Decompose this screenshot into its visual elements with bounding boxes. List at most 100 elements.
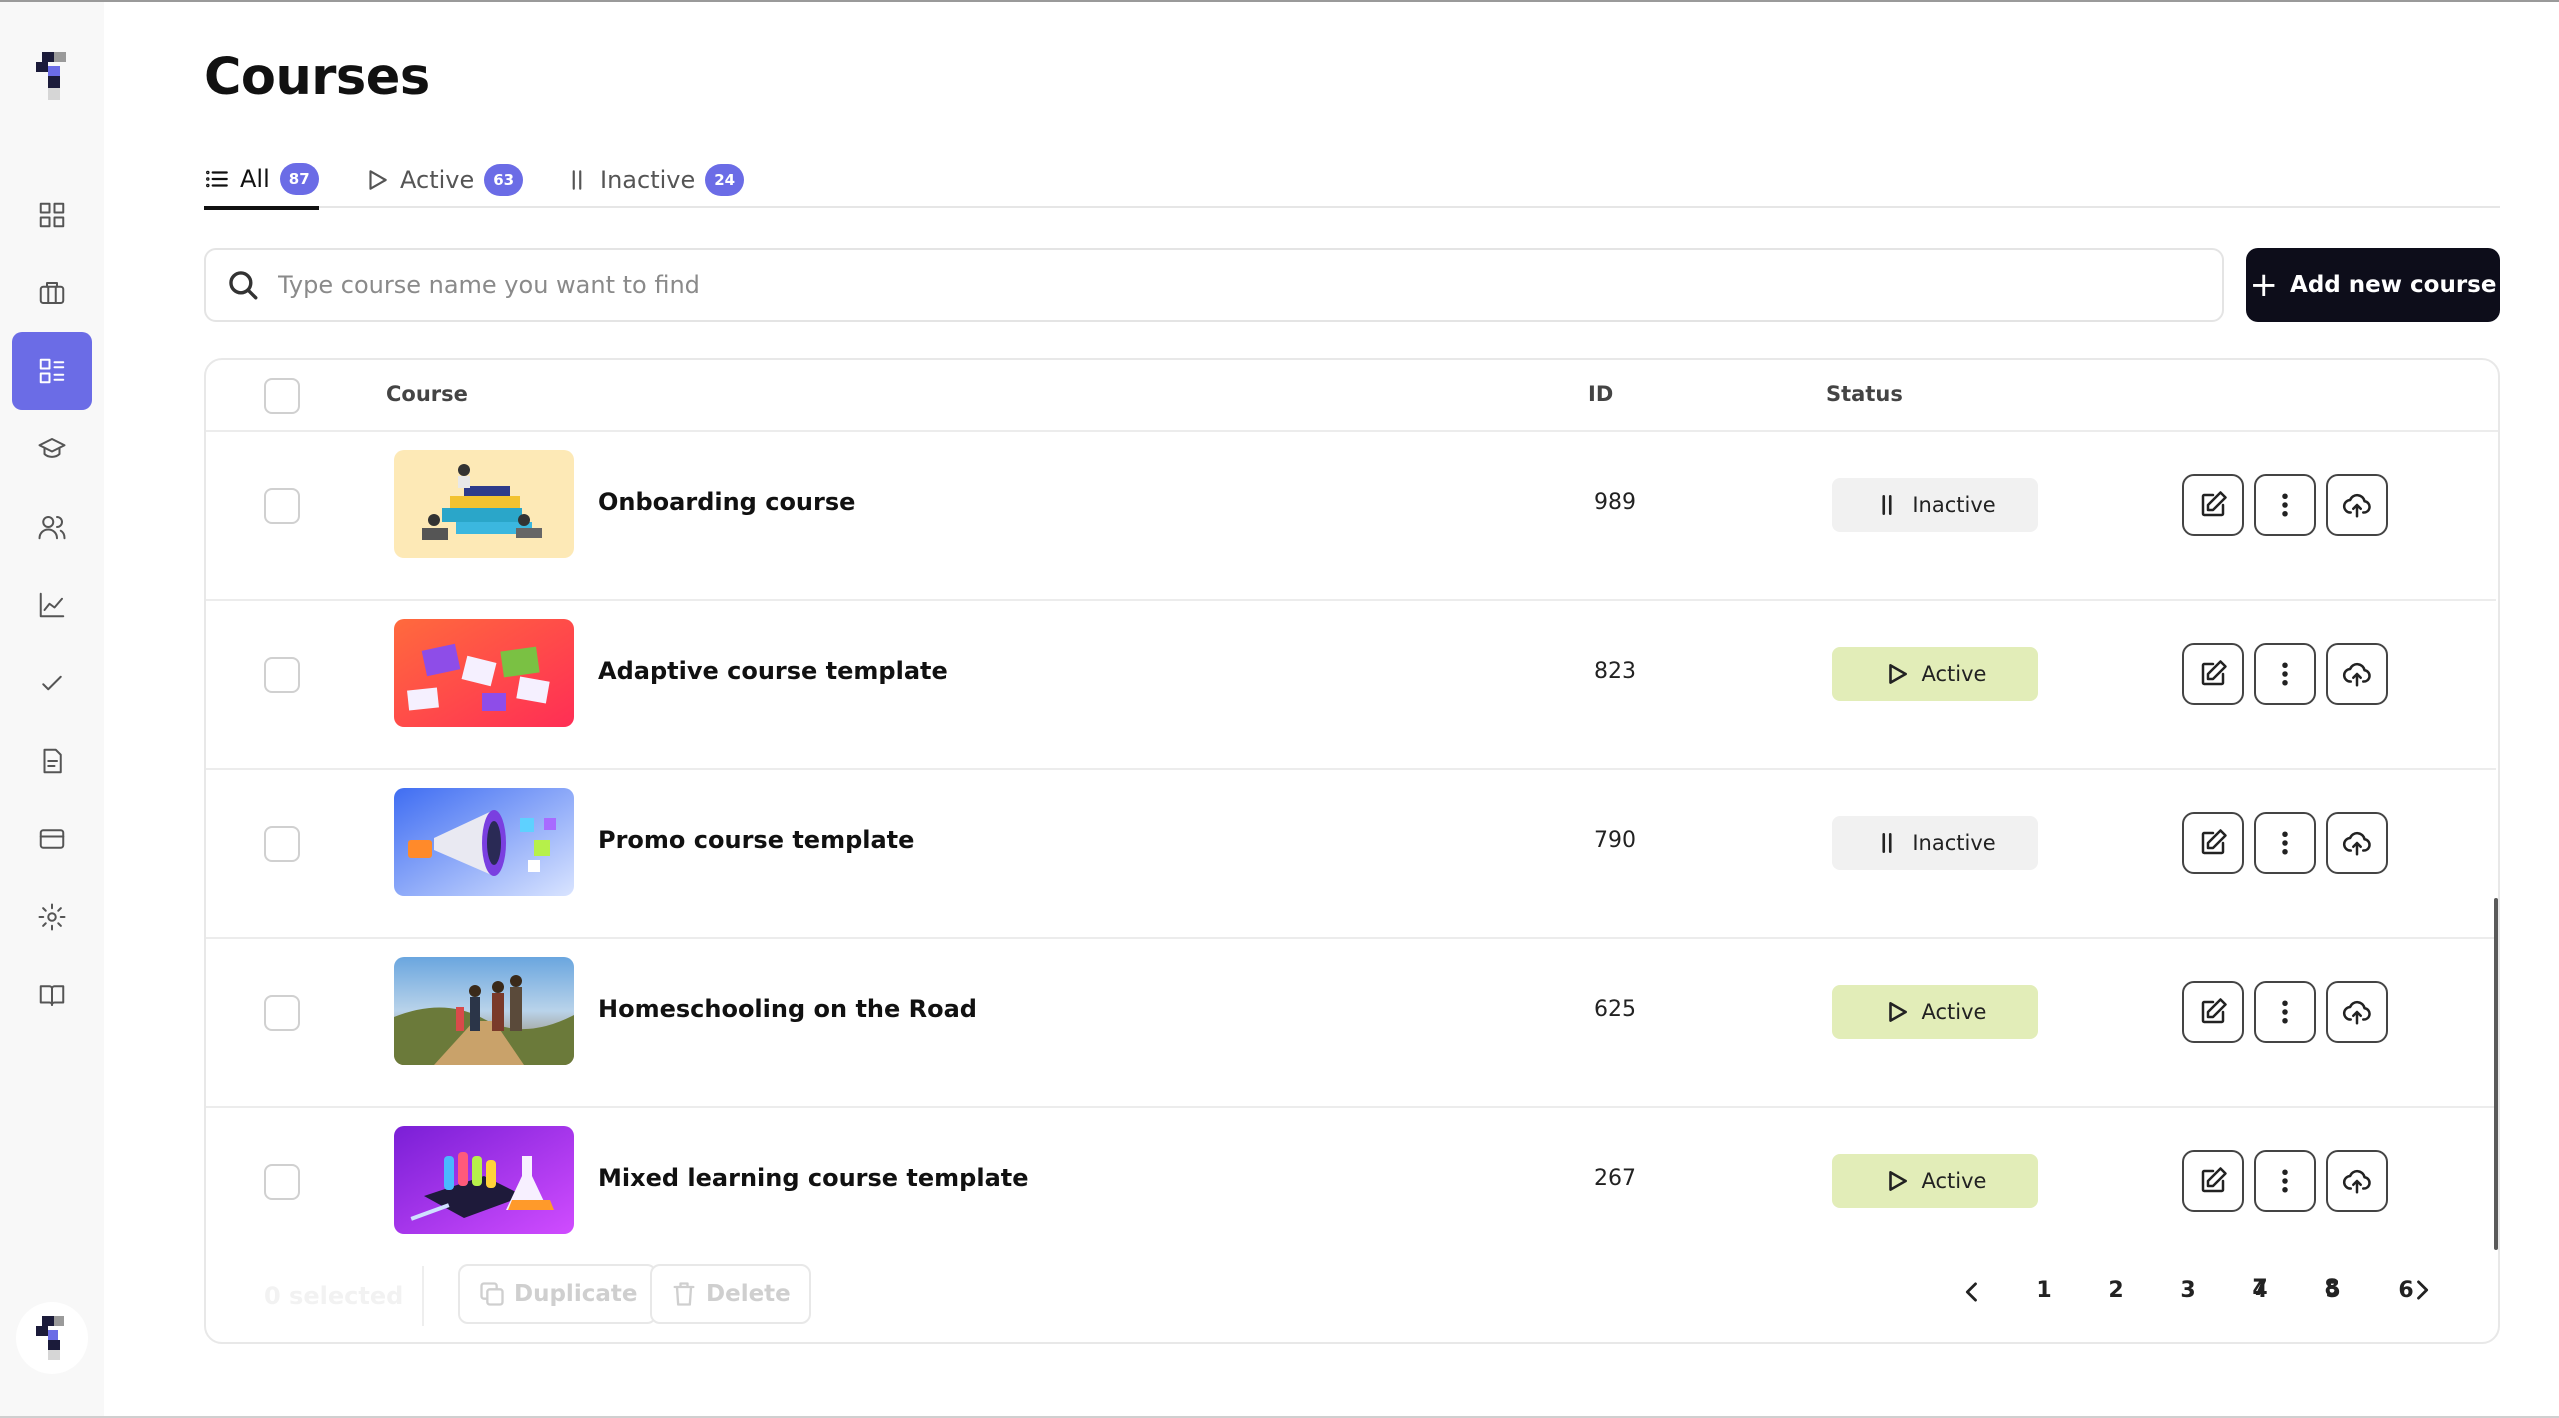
more-options-button[interactable] [2254,1150,2316,1212]
more-options-button[interactable] [2254,474,2316,536]
credit-card-icon [39,829,65,849]
duplicate-button[interactable]: Duplicate [458,1264,658,1324]
row-checkbox[interactable] [264,488,300,524]
add-course-button[interactable]: + Add new course [2246,248,2500,322]
next-page-button[interactable] [2402,1270,2442,1310]
more-vertical-icon [2282,1169,2288,1193]
graduation-cap-icon [38,438,66,458]
table-row[interactable]: Adaptive course template 823 Active [206,601,2496,770]
more-options-button[interactable] [2254,981,2316,1043]
users-icon [38,516,66,540]
more-options-button[interactable] [2254,643,2316,705]
play-icon [369,170,387,190]
more-vertical-icon [2282,1000,2288,1024]
status-label: Active [1921,1000,1987,1024]
table-scrollbar[interactable] [2494,898,2498,1250]
search-input[interactable] [278,255,2222,315]
app-logo[interactable] [36,52,70,102]
page-3[interactable]: 3 [2168,1278,2208,1303]
column-status: Status [1826,382,1903,406]
more-vertical-icon [2282,493,2288,517]
row-checkbox[interactable] [264,826,300,862]
more-vertical-icon [2282,662,2288,686]
gear-icon [38,903,66,931]
play-icon [1888,1171,1907,1191]
edit-button[interactable] [2182,643,2244,705]
edit-button[interactable] [2182,474,2244,536]
course-id: 790 [1594,828,1636,853]
list-icon [206,170,228,188]
tab-label: All [240,165,270,193]
previous-page-button[interactable] [1952,1272,1992,1312]
more-options-button[interactable] [2254,812,2316,874]
page-2[interactable]: 2 [2096,1278,2136,1303]
table-row[interactable]: Homeschooling on the Road 625 Active [206,939,2496,1108]
column-course: Course [386,382,468,406]
table-row[interactable]: Promo course template 790 Inactive [206,770,2496,939]
delete-label: Delete [706,1281,791,1307]
table-row[interactable]: Onboarding course 989 Inactive [206,432,2496,601]
nav-reports[interactable] [12,566,92,644]
tab-label: Active [400,166,475,194]
tab-count-badge: 63 [484,164,524,196]
course-id: 267 [1594,1166,1636,1191]
nav-documents[interactable] [12,722,92,800]
cloud-upload-icon [2342,1000,2371,1025]
cloud-upload-icon [2342,493,2371,518]
course-title[interactable]: Adaptive course template [598,657,948,685]
course-thumbnail [394,1126,574,1234]
tab-label: Inactive [600,166,696,194]
play-icon [1888,1002,1907,1022]
edit-button[interactable] [2182,812,2244,874]
nav-users[interactable] [12,488,92,566]
row-checkbox[interactable] [264,1164,300,1200]
tab-inactive[interactable]: Inactive 24 [564,152,745,208]
nav-learning[interactable] [12,410,92,488]
row-checkbox[interactable] [264,657,300,693]
edit-button[interactable] [2182,981,2244,1043]
publish-button[interactable] [2326,981,2388,1043]
table-footer: 0 selected Duplicate Delete 1 2 3 4 5 6 [206,1248,2498,1342]
nav-catalog[interactable] [12,254,92,332]
chevron-right-icon [2417,1280,2429,1300]
nav-dashboard[interactable] [12,176,92,254]
page-title: Courses [204,48,430,107]
page-1[interactable]: 1 [2024,1278,2064,1303]
publish-button[interactable] [2326,1150,2388,1212]
chart-line-icon [39,592,65,618]
courses-list-icon [39,358,65,384]
trash-icon [673,1282,695,1306]
course-id: 823 [1594,659,1636,684]
cloud-upload-icon [2342,662,2371,687]
delete-button[interactable]: Delete [650,1264,811,1324]
sidebar [0,2,104,1418]
publish-button[interactable] [2326,474,2388,536]
course-title[interactable]: Homeschooling on the Road [598,995,977,1023]
dashboard-icon [39,202,65,228]
tab-active[interactable]: Active 63 [364,152,524,208]
course-search[interactable] [204,248,2224,322]
cloud-upload-icon [2342,1169,2371,1194]
course-title[interactable]: Onboarding course [598,488,855,516]
course-id: 989 [1594,490,1636,515]
tab-all[interactable]: All 87 [204,152,319,210]
workspace-avatar[interactable] [16,1302,88,1374]
page-8[interactable]: 8 [2312,1276,2352,1301]
publish-button[interactable] [2326,643,2388,705]
course-thumbnail [394,619,574,727]
row-checkbox[interactable] [264,995,300,1031]
nav-library[interactable] [12,956,92,1034]
nav-billing[interactable] [12,800,92,878]
nav-settings[interactable] [12,878,92,956]
course-title[interactable]: Promo course template [598,826,914,854]
nav-courses[interactable] [12,332,92,410]
status-badge: Active [1832,647,2038,701]
course-thumbnail [394,957,574,1065]
course-title[interactable]: Mixed learning course template [598,1164,1029,1192]
status-badge: Inactive [1832,816,2038,870]
nav-tasks[interactable] [12,644,92,722]
publish-button[interactable] [2326,812,2388,874]
page-7[interactable]: 7 [2240,1276,2280,1301]
select-all-checkbox[interactable] [264,378,300,414]
edit-button[interactable] [2182,1150,2244,1212]
